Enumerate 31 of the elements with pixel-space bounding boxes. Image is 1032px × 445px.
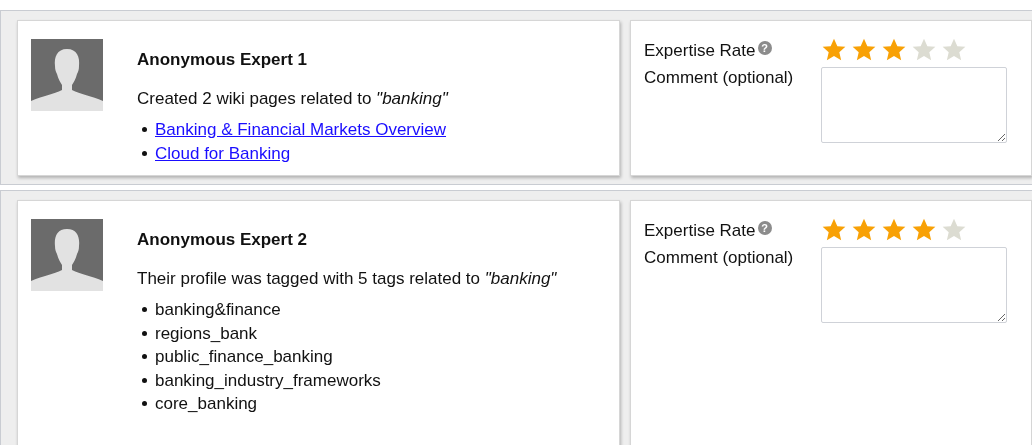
star-icon[interactable] xyxy=(941,217,967,243)
expert-name: Anonymous Expert 1 xyxy=(137,50,309,70)
star-icon[interactable] xyxy=(881,37,907,63)
comment-label: Comment (optional) xyxy=(644,248,795,268)
comment-field[interactable] xyxy=(821,247,1007,323)
rate-label: Expertise Rate xyxy=(644,221,756,241)
star-icon[interactable] xyxy=(911,37,937,63)
wiki-page-link[interactable]: Banking & Financial Markets Overview xyxy=(155,118,446,142)
comment-label: Comment (optional) xyxy=(644,68,795,88)
comment-field[interactable] xyxy=(821,67,1007,143)
star-icon[interactable] xyxy=(911,217,937,243)
star-rating[interactable] xyxy=(821,37,967,63)
rate-label: Expertise Rate xyxy=(644,41,756,61)
tag-label: banking_industry_frameworks xyxy=(155,369,381,392)
star-icon[interactable] xyxy=(881,217,907,243)
tag-label: core_banking xyxy=(155,393,258,415)
avatar-icon xyxy=(31,219,103,291)
tag-label: regions_bank xyxy=(155,322,258,345)
star-rating[interactable] xyxy=(821,217,967,243)
star-icon[interactable] xyxy=(851,37,877,63)
tag-label: banking&finance xyxy=(155,299,281,321)
evidence-summary: Their profile was tagged with 5 tags related to "banking" xyxy=(137,269,557,289)
expert-name: Anonymous Expert 2 xyxy=(137,230,309,250)
star-icon[interactable] xyxy=(851,217,877,243)
star-icon[interactable] xyxy=(941,37,967,63)
star-icon[interactable] xyxy=(821,37,847,63)
wiki-page-link[interactable]: Cloud for Banking xyxy=(155,141,291,165)
tag-label: public_finance_banking xyxy=(155,346,333,368)
evidence-summary: Created 2 wiki pages related to "banking" xyxy=(137,89,448,109)
avatar-icon xyxy=(31,39,103,111)
star-icon[interactable] xyxy=(821,217,847,243)
